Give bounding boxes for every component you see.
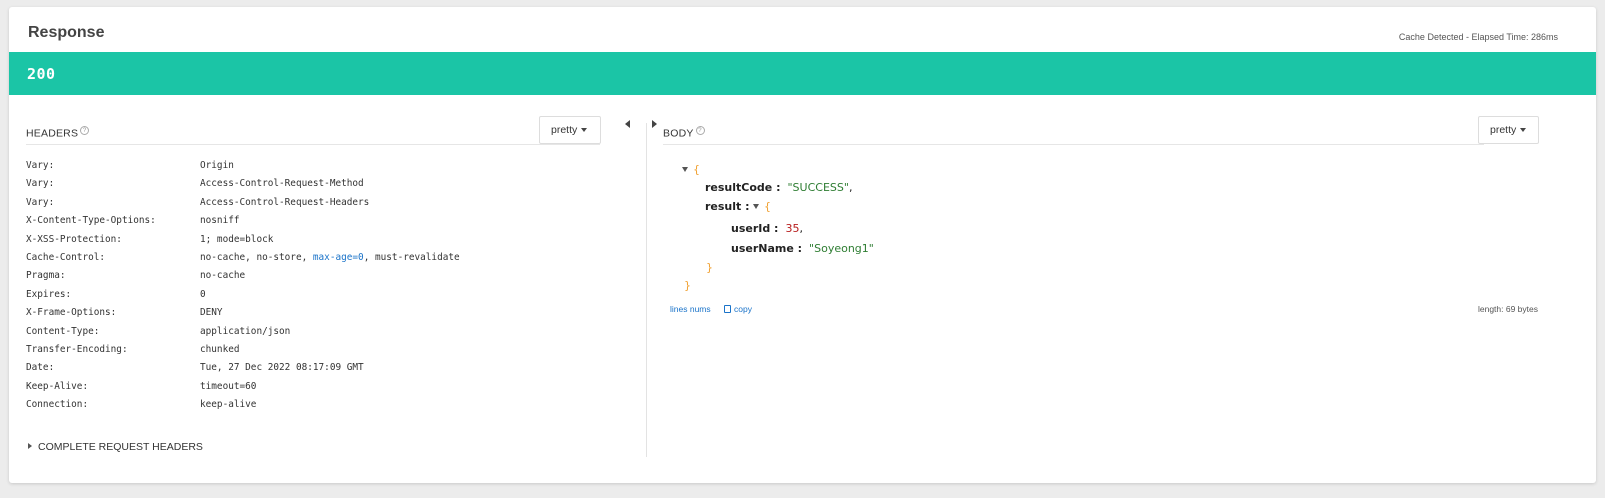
header-row: Vary: Origin — [26, 159, 460, 177]
json-string-value: "Soyeong1" — [809, 242, 874, 255]
header-row: Cache-Control: no-cache, no-store, max-ag… — [26, 251, 460, 269]
header-row: Transfer-Encoding: chunked — [26, 343, 460, 361]
json-root-line: { — [682, 161, 700, 179]
json-key: resultCode : — [705, 181, 781, 194]
header-value: timeout=60 — [200, 380, 257, 392]
copy-icon — [724, 304, 731, 313]
header-row: X-XSS-Protection: 1; mode=block — [26, 233, 460, 251]
json-number-value: 35 — [785, 222, 800, 235]
chevron-right-icon — [28, 443, 32, 450]
header-key: Vary: — [26, 196, 55, 208]
header-row: X-Content-Type-Options: nosniff — [26, 214, 460, 232]
headers-divider — [26, 144, 600, 145]
copy-label[interactable]: copy — [734, 304, 752, 314]
header-key: Transfer-Encoding: — [26, 343, 128, 355]
json-key: userId : — [731, 222, 779, 235]
lines-nums-link[interactable]: lines nums — [670, 304, 711, 314]
json-line: result : { — [705, 198, 771, 216]
header-key: Pragma: — [26, 270, 66, 282]
header-key: Expires: — [26, 288, 72, 300]
status-code: 200 — [27, 65, 56, 83]
json-key: result : — [705, 200, 750, 213]
json-brace: } — [706, 261, 713, 274]
help-icon[interactable]: ? — [695, 126, 705, 135]
json-line: } — [706, 259, 713, 277]
header-key: Vary: — [26, 160, 55, 171]
header-value: no-cache, no-store, max-age=0, must-reva… — [200, 251, 460, 265]
header-value: 0 — [200, 288, 206, 300]
json-brace: { — [693, 163, 700, 176]
help-icon[interactable]: ? — [80, 126, 90, 135]
response-title: Response — [28, 24, 105, 41]
body-divider — [663, 144, 1484, 145]
header-row: Pragma: no-cache — [26, 269, 460, 287]
json-line: resultCode : "SUCCESS", — [705, 181, 853, 194]
header-key: Content-Type: — [26, 325, 100, 337]
header-value: application/json — [200, 325, 291, 337]
headers-title: HEADERS — [26, 127, 79, 140]
header-value: DENY — [200, 307, 223, 319]
header-value: 1; mode=block — [200, 233, 274, 245]
body-format-dropdown[interactable]: pretty — [1478, 116, 1539, 144]
header-row: Connection: keep-alive — [26, 398, 460, 416]
response-panel: Response Cache Detected - Elapsed Time: … — [9, 7, 1596, 483]
status-bar: 200 — [9, 52, 1596, 95]
headers-section-title: HEADERS? — [26, 126, 90, 140]
header-row: Keep-Alive: timeout=60 — [26, 380, 460, 398]
copy-link[interactable]: copy — [724, 304, 752, 314]
response-length: length: 69 bytes — [1477, 304, 1538, 314]
body-pane: BODY? pretty { resultCode : "SUCCESS", r… — [648, 95, 1596, 475]
header-row: X-Frame-Options: DENY — [26, 306, 460, 324]
header-key: Keep-Alive: — [26, 380, 89, 392]
chevron-down-icon — [581, 127, 588, 132]
body-format-label: pretty — [1490, 124, 1517, 136]
header-value-part: no-cache, no-store, — [200, 251, 313, 263]
header-row: Content-Type: application/json — [26, 325, 460, 343]
header-key: X-Frame-Options: — [26, 307, 117, 319]
header-key: Date: — [26, 362, 55, 374]
header-value: Access-Control-Request-Headers — [200, 196, 370, 208]
body-section-title: BODY? — [663, 126, 705, 140]
header-value: nosniff — [200, 215, 240, 227]
header-key: X-Content-Type-Options: — [26, 215, 156, 227]
header-row: Expires: 0 — [26, 288, 460, 306]
collapse-caret-icon[interactable] — [753, 203, 760, 209]
complete-request-headers-label: COMPLETE REQUEST HEADERS — [38, 441, 203, 453]
json-string-value: "SUCCESS" — [787, 181, 849, 194]
header-key: X-XSS-Protection: — [26, 233, 122, 245]
header-value: Tue, 27 Dec 2022 08:17:09 GMT — [200, 362, 364, 374]
header-row: Date: Tue, 27 Dec 2022 08:17:09 GMT — [26, 361, 460, 379]
json-brace: { — [764, 200, 772, 213]
headers-list: Vary: Origin Vary: Access-Control-Request-… — [26, 159, 460, 416]
header-key: Connection: — [26, 399, 89, 411]
header-value: no-cache — [200, 270, 246, 282]
json-line: userId : 35, — [731, 222, 803, 235]
headers-pane: HEADERS? pretty Vary: Origin Vary: Access-… — [9, 95, 647, 475]
header-row: Vary: Access-Control-Request-Headers — [26, 196, 460, 214]
collapse-caret-icon[interactable] — [682, 166, 688, 172]
collapse-left-icon[interactable] — [625, 120, 630, 128]
lines-nums-label[interactable]: lines nums — [670, 304, 711, 314]
json-brace: } — [684, 279, 691, 292]
headers-format-dropdown[interactable]: pretty — [539, 116, 601, 144]
header-value: keep-alive — [200, 399, 257, 411]
header-row: Vary: Access-Control-Request-Method — [26, 177, 460, 195]
json-line: userName : "Soyeong1" — [731, 240, 874, 258]
header-key: Vary: — [26, 178, 55, 190]
json-line: } — [684, 277, 691, 295]
complete-request-headers-toggle[interactable]: COMPLETE REQUEST HEADERS — [28, 441, 203, 453]
cache-elapsed-info: Cache Detected - Elapsed Time: 286ms — [1398, 32, 1558, 42]
body-title: BODY — [663, 127, 694, 140]
headers-format-label: pretty — [551, 124, 578, 136]
response-header: Response Cache Detected - Elapsed Time: … — [9, 7, 1596, 52]
max-age-link[interactable]: max-age=0 — [313, 252, 364, 263]
json-key: userName : — [731, 242, 803, 255]
chevron-down-icon — [1520, 127, 1527, 132]
header-key: Cache-Control: — [26, 251, 106, 263]
header-value: chunked — [200, 343, 240, 355]
header-value: Access-Control-Request-Method — [200, 178, 364, 190]
pane-divider[interactable] — [646, 123, 647, 457]
header-value-part: , must-revalidate — [363, 251, 460, 263]
header-value: Origin — [200, 160, 234, 171]
